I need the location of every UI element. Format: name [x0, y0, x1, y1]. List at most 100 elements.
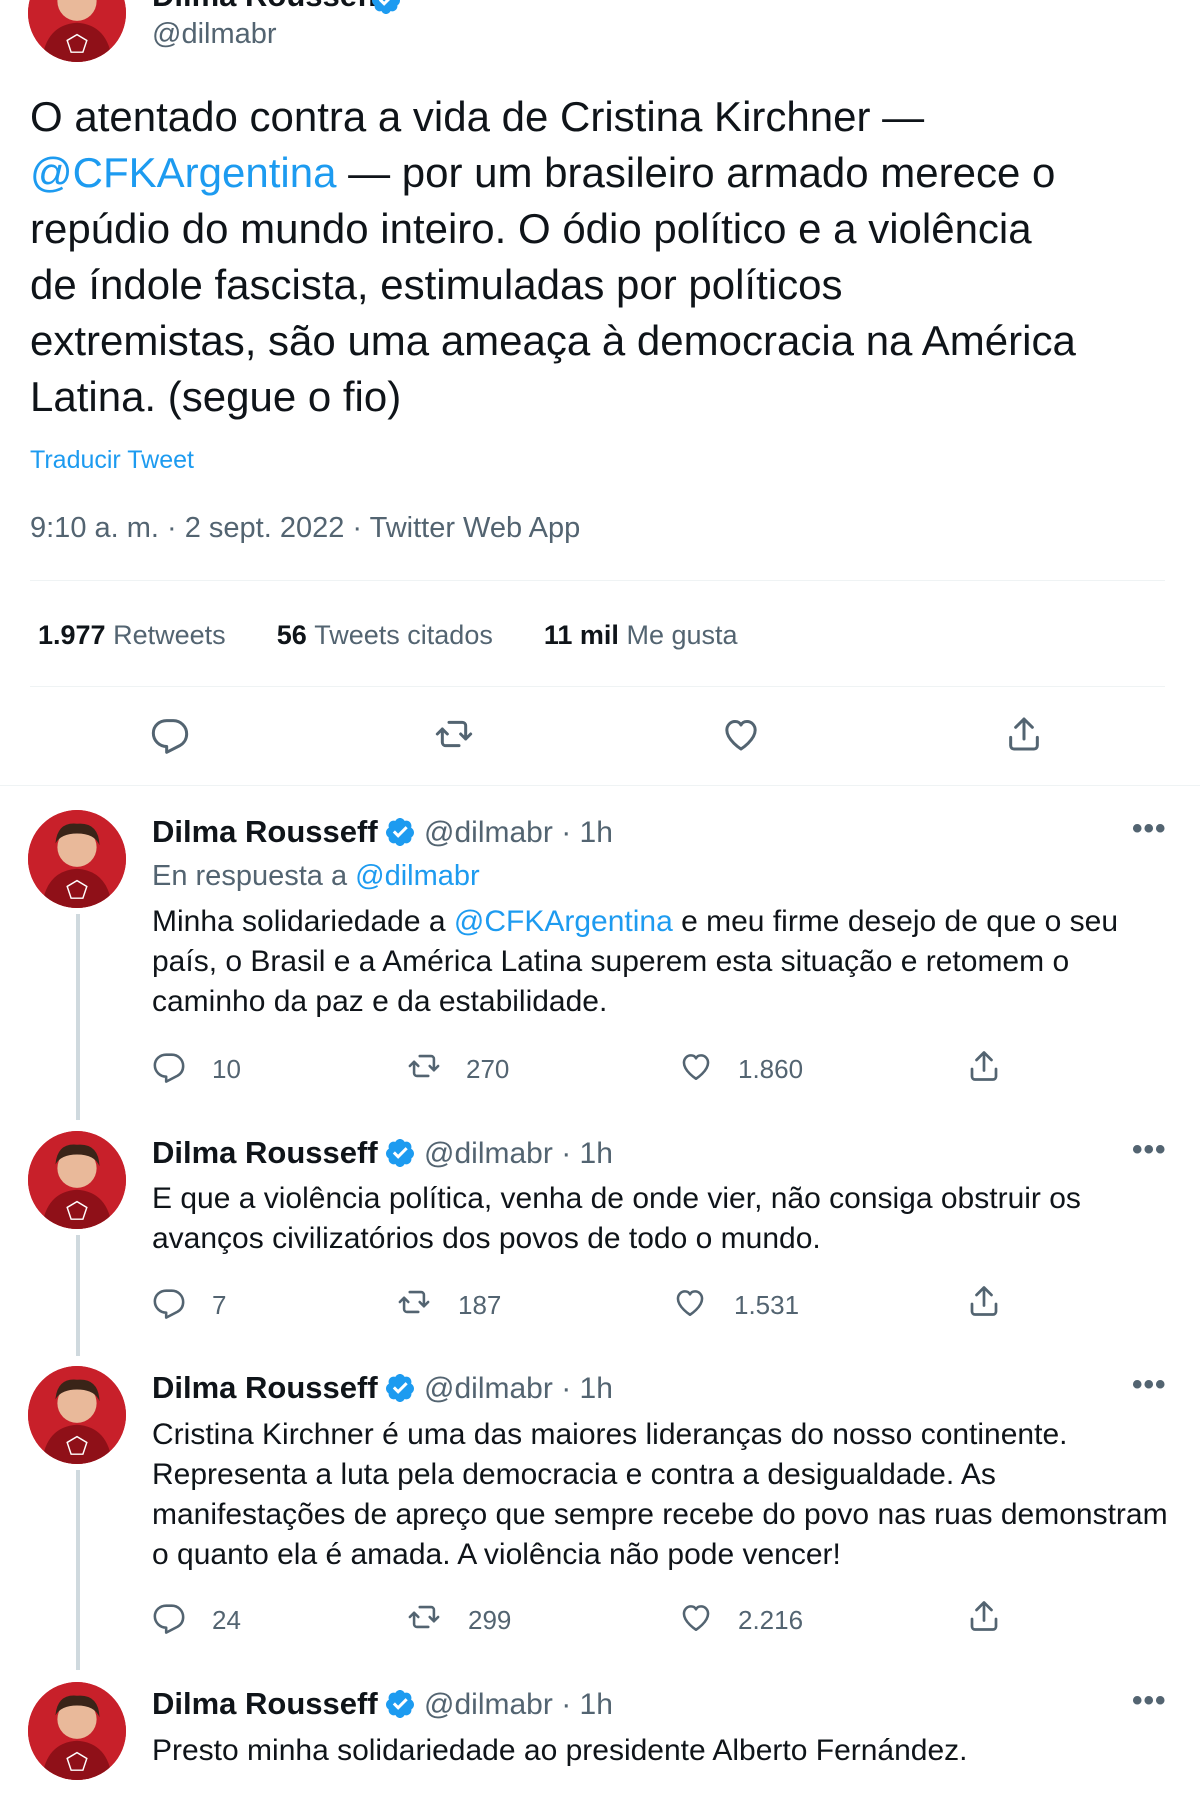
author-handle[interactable]: @dilmabr: [424, 816, 553, 849]
tweet-text-line: Minha solidariedade a @CFKArgentina e me…: [152, 902, 1192, 942]
retweet-icon[interactable]: [405, 1049, 443, 1083]
verified-icon: [384, 1372, 416, 1404]
more-icon[interactable]: •••: [1132, 1368, 1167, 1402]
translate-tweet-link[interactable]: Traducir Tweet: [30, 446, 194, 475]
mention-link[interactable]: @CFKArgentina: [454, 905, 673, 938]
like-count: 2.216: [738, 1605, 804, 1635]
reply-header: Dilma Rousseff @dilmabr · 1h: [152, 814, 613, 850]
tweet-text-line: repúdio do mundo inteiro. O ódio polític…: [30, 205, 1032, 252]
share-icon[interactable]: [966, 1048, 1002, 1084]
reply-header: Dilma Rousseff @dilmabr · 1h: [152, 1686, 613, 1722]
author-name[interactable]: Dilma Rousseff: [152, 1686, 378, 1721]
tweet-timestamp[interactable]: 9:10 a. m. · 2 sept. 2022 · Twitter Web …: [30, 512, 580, 545]
author-handle[interactable]: @dilmabr: [424, 1137, 553, 1170]
share-icon[interactable]: [966, 1283, 1002, 1319]
divider: [30, 686, 1165, 687]
avatar[interactable]: [28, 1366, 126, 1464]
quotes-stat[interactable]: 56 Tweets citados: [277, 620, 493, 650]
likes-stat[interactable]: 11 mil Me gusta: [544, 620, 738, 650]
tweet-time[interactable]: · 1h: [561, 1137, 613, 1170]
more-icon[interactable]: •••: [1132, 812, 1167, 846]
verified-icon: [384, 1137, 416, 1169]
author-name[interactable]: Dilma Rousseff: [152, 1370, 378, 1405]
verified-icon: [384, 1688, 416, 1720]
tweet-text: Cristina Kirchner é uma das maiores lide…: [152, 1415, 1192, 1575]
mention-link[interactable]: @CFKArgentina: [30, 149, 336, 196]
reply-header: Dilma Rousseff @dilmabr · 1h: [152, 1370, 613, 1406]
like-icon[interactable]: [672, 1285, 708, 1319]
tweet-time[interactable]: · 1h: [561, 1372, 613, 1405]
more-icon[interactable]: •••: [1132, 1684, 1167, 1718]
tweet-text-line: manifestações de apreço que sempre receb…: [152, 1498, 1168, 1531]
retweet-icon[interactable]: [432, 714, 476, 754]
like-count: 1.860: [738, 1054, 804, 1084]
tweet-text-line: Representa a luta pela democracia e cont…: [152, 1458, 996, 1491]
tweet-text: O atentado contra a vida de Cristina Kir…: [30, 89, 1180, 425]
more-icon[interactable]: •••: [1132, 1133, 1167, 1167]
reply-icon[interactable]: [150, 714, 190, 754]
likes-count: 11 mil: [543, 620, 619, 650]
author-handle[interactable]: @dilmabr: [152, 18, 277, 51]
tweet-text-line: O atentado contra a vida de Cristina Kir…: [30, 93, 925, 140]
reply-to-link[interactable]: @dilmabr: [355, 860, 480, 892]
author-name[interactable]: Dilma Rousseff: [152, 814, 378, 849]
author-handle[interactable]: @dilmabr: [424, 1372, 553, 1405]
thread-line: [76, 914, 80, 1120]
thread-line: [76, 1235, 80, 1356]
share-icon[interactable]: [1004, 714, 1044, 754]
tweet-text-line: país, o Brasil e a América Latina supere…: [152, 945, 1070, 978]
reply-icon[interactable]: [152, 1049, 186, 1083]
tweet-text-fragment: e meu firme desejo de que o seu: [672, 905, 1119, 938]
retweet-count: 299: [468, 1605, 512, 1635]
tweet-text-line: E que a violência política, venha de ond…: [152, 1182, 1081, 1215]
like-icon[interactable]: [720, 714, 762, 754]
reply-icon[interactable]: [152, 1600, 186, 1634]
like-icon[interactable]: [678, 1049, 714, 1083]
reply-icon[interactable]: [152, 1285, 186, 1319]
tweet-time[interactable]: · 1h: [561, 1688, 613, 1721]
tweet-text-line: @CFKArgentina — por um brasileiro armado…: [30, 145, 1180, 201]
author-name[interactable]: Dilma Rousseff: [152, 1135, 378, 1170]
tweet-text-line: de índole fascista, estimuladas por polí…: [30, 261, 843, 308]
retweets-stat[interactable]: 1.977 Retweets: [38, 620, 226, 650]
reply-header: Dilma Rousseff @dilmabr · 1h: [152, 1135, 613, 1171]
avatar[interactable]: [28, 0, 126, 62]
quotes-count: 56: [276, 620, 307, 650]
avatar-image: [28, 1682, 126, 1780]
avatar-image: [28, 0, 126, 62]
tweet-text-line: o quanto ela é amada. A violência não po…: [152, 1538, 841, 1571]
like-icon[interactable]: [678, 1600, 714, 1634]
retweet-icon[interactable]: [395, 1285, 433, 1319]
like-count: 1.531: [734, 1290, 800, 1320]
divider: [30, 580, 1165, 581]
share-icon[interactable]: [966, 1598, 1002, 1634]
tweet-text-line: Cristina Kirchner é uma das maiores lide…: [152, 1418, 1068, 1451]
tweet-time[interactable]: · 1h: [561, 816, 613, 849]
avatar-image: [28, 1131, 126, 1229]
divider: [0, 785, 1200, 786]
retweet-count: 270: [466, 1054, 510, 1084]
author-handle[interactable]: @dilmabr: [424, 1688, 553, 1721]
thread-line: [76, 1470, 80, 1670]
author-name[interactable]: Dilma Rousseff: [152, 0, 378, 14]
tweet-text-line: caminho da paz e da estabilidade.: [152, 985, 608, 1018]
tweet-text-line: extremistas, são uma ameaça à democracia…: [30, 317, 1076, 364]
tweet-text-fragment: — por um brasileiro armado merece o: [336, 149, 1056, 196]
reply-count: 7: [212, 1290, 227, 1320]
retweet-icon[interactable]: [405, 1600, 443, 1634]
avatar[interactable]: [28, 810, 126, 908]
tweet-text: E que a violência política, venha de ond…: [152, 1179, 1192, 1259]
avatar[interactable]: [28, 1131, 126, 1229]
tweet-text-fragment: Minha solidariedade a: [152, 905, 454, 938]
tweet-text-line: Latina. (segue o fio): [30, 373, 402, 420]
tweet-text: Presto minha solidariedade ao presidente…: [152, 1731, 1192, 1771]
tweet-text-line: Presto minha solidariedade ao presidente…: [152, 1734, 968, 1767]
retweets-label: Retweets: [113, 620, 226, 650]
likes-label: Me gusta: [626, 620, 738, 650]
retweet-count: 187: [458, 1290, 502, 1320]
retweets-count: 1.977: [38, 620, 106, 650]
reply-count: 24: [212, 1605, 241, 1635]
avatar[interactable]: [28, 1682, 126, 1780]
reply-context: En respuesta a @dilmabr: [152, 860, 480, 893]
avatar-image: [28, 810, 126, 908]
